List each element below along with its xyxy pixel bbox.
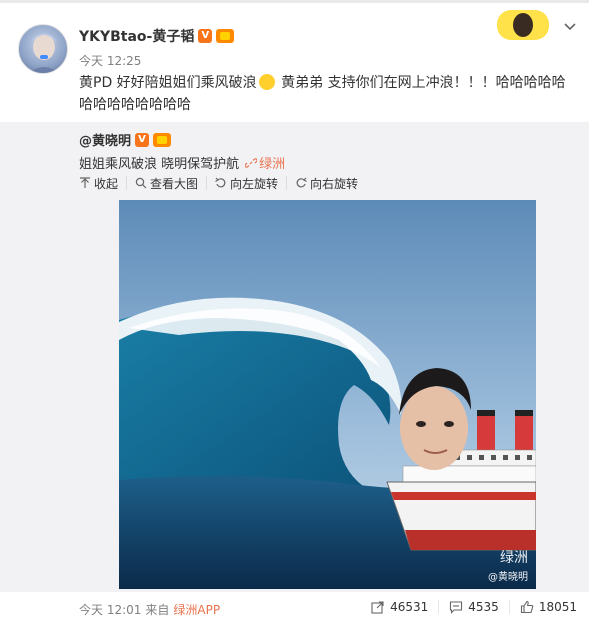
repost-author[interactable]: @黄晓明 V (79, 130, 172, 149)
magnifier-icon (135, 177, 147, 189)
rotate-left-icon (215, 177, 226, 188)
top-divider (0, 0, 589, 3)
repost-card: @黄晓明 V 姐姐乘风破浪 晓明保驾护航 绿洲 收起 查看大图 向左旋转 向右旋… (0, 122, 589, 592)
footer-source[interactable]: 绿洲APP (173, 601, 220, 618)
post-content: 黄PD 好好陪姐姐们乘风破浪 黄弟弟 支持你们在网上冲浪！！！哈哈哈哈哈哈哈哈哈… (79, 72, 569, 116)
link-icon (245, 157, 258, 168)
author-avatar[interactable] (18, 24, 68, 74)
wave-ship-illustration (119, 200, 536, 589)
like-count[interactable]: 18051 (539, 600, 577, 614)
post-image[interactable]: 绿洲 @黄晓明 (119, 200, 536, 589)
oasis-link[interactable]: 绿洲 (245, 153, 285, 172)
rotate-left-label[interactable]: 向左旋转 (230, 175, 278, 192)
forward-button[interactable]: 46531 (371, 600, 428, 614)
chevron-down-icon[interactable] (562, 18, 578, 34)
verified-badge-icon: V (135, 132, 150, 147)
post-actions: 46531 4535 18051 (371, 600, 577, 614)
view-large-button[interactable]: 查看大图 (135, 175, 208, 192)
fan-badge-icon (153, 132, 172, 147)
forward-count[interactable]: 46531 (390, 600, 428, 614)
oasis-link-label[interactable]: 绿洲 (259, 153, 285, 172)
thumbs-up-icon (520, 600, 534, 614)
post-text-part1: 黄PD 好好陪姐姐们乘风破浪 (79, 75, 257, 91)
post-timestamp[interactable]: 今天 12:25 (79, 52, 141, 69)
repost-content: 姐姐乘风破浪 晓明保驾护航 绿洲 (79, 153, 285, 172)
collapse-label[interactable]: 收起 (94, 175, 118, 192)
footer-time[interactable]: 今天 12:01 (79, 601, 141, 618)
repost-text: 姐姐乘风破浪 晓明保驾护航 (79, 157, 240, 172)
author-name-text[interactable]: YKYBtao-黄子韬 (79, 26, 194, 46)
profile-sticker-icon (497, 10, 549, 40)
footer-from: 来自 (145, 603, 170, 617)
comment-count[interactable]: 4535 (468, 600, 499, 614)
like-button[interactable]: 18051 (508, 600, 577, 614)
image-toolbar: 收起 查看大图 向左旋转 向右旋转 (79, 175, 374, 192)
rotate-right-button[interactable]: 向右旋转 (295, 175, 366, 192)
arrow-up-icon (80, 177, 90, 188)
avatar-image (29, 33, 59, 73)
view-large-label[interactable]: 查看大图 (150, 175, 198, 192)
rotate-left-button[interactable]: 向左旋转 (215, 175, 288, 192)
laugh-emoji-icon (258, 74, 275, 90)
verified-badge-icon: V (198, 29, 213, 43)
rotate-right-label[interactable]: 向右旋转 (310, 175, 358, 192)
author-name[interactable]: YKYBtao-黄子韬 V (79, 26, 235, 46)
repost-author-name[interactable]: @黄晓明 (79, 130, 131, 149)
forward-icon (371, 601, 384, 614)
comment-icon (450, 601, 463, 614)
rotate-right-icon (296, 177, 307, 188)
image-watermark-handle: @黄晓明 (488, 572, 528, 583)
fan-badge-icon (216, 29, 235, 43)
post-meta: 今天 12:01 来自 绿洲APP (79, 601, 220, 618)
face (399, 368, 471, 470)
comment-button[interactable]: 4535 (438, 600, 499, 614)
image-watermark: 绿洲 (500, 550, 528, 566)
collapse-button[interactable]: 收起 (79, 175, 128, 192)
